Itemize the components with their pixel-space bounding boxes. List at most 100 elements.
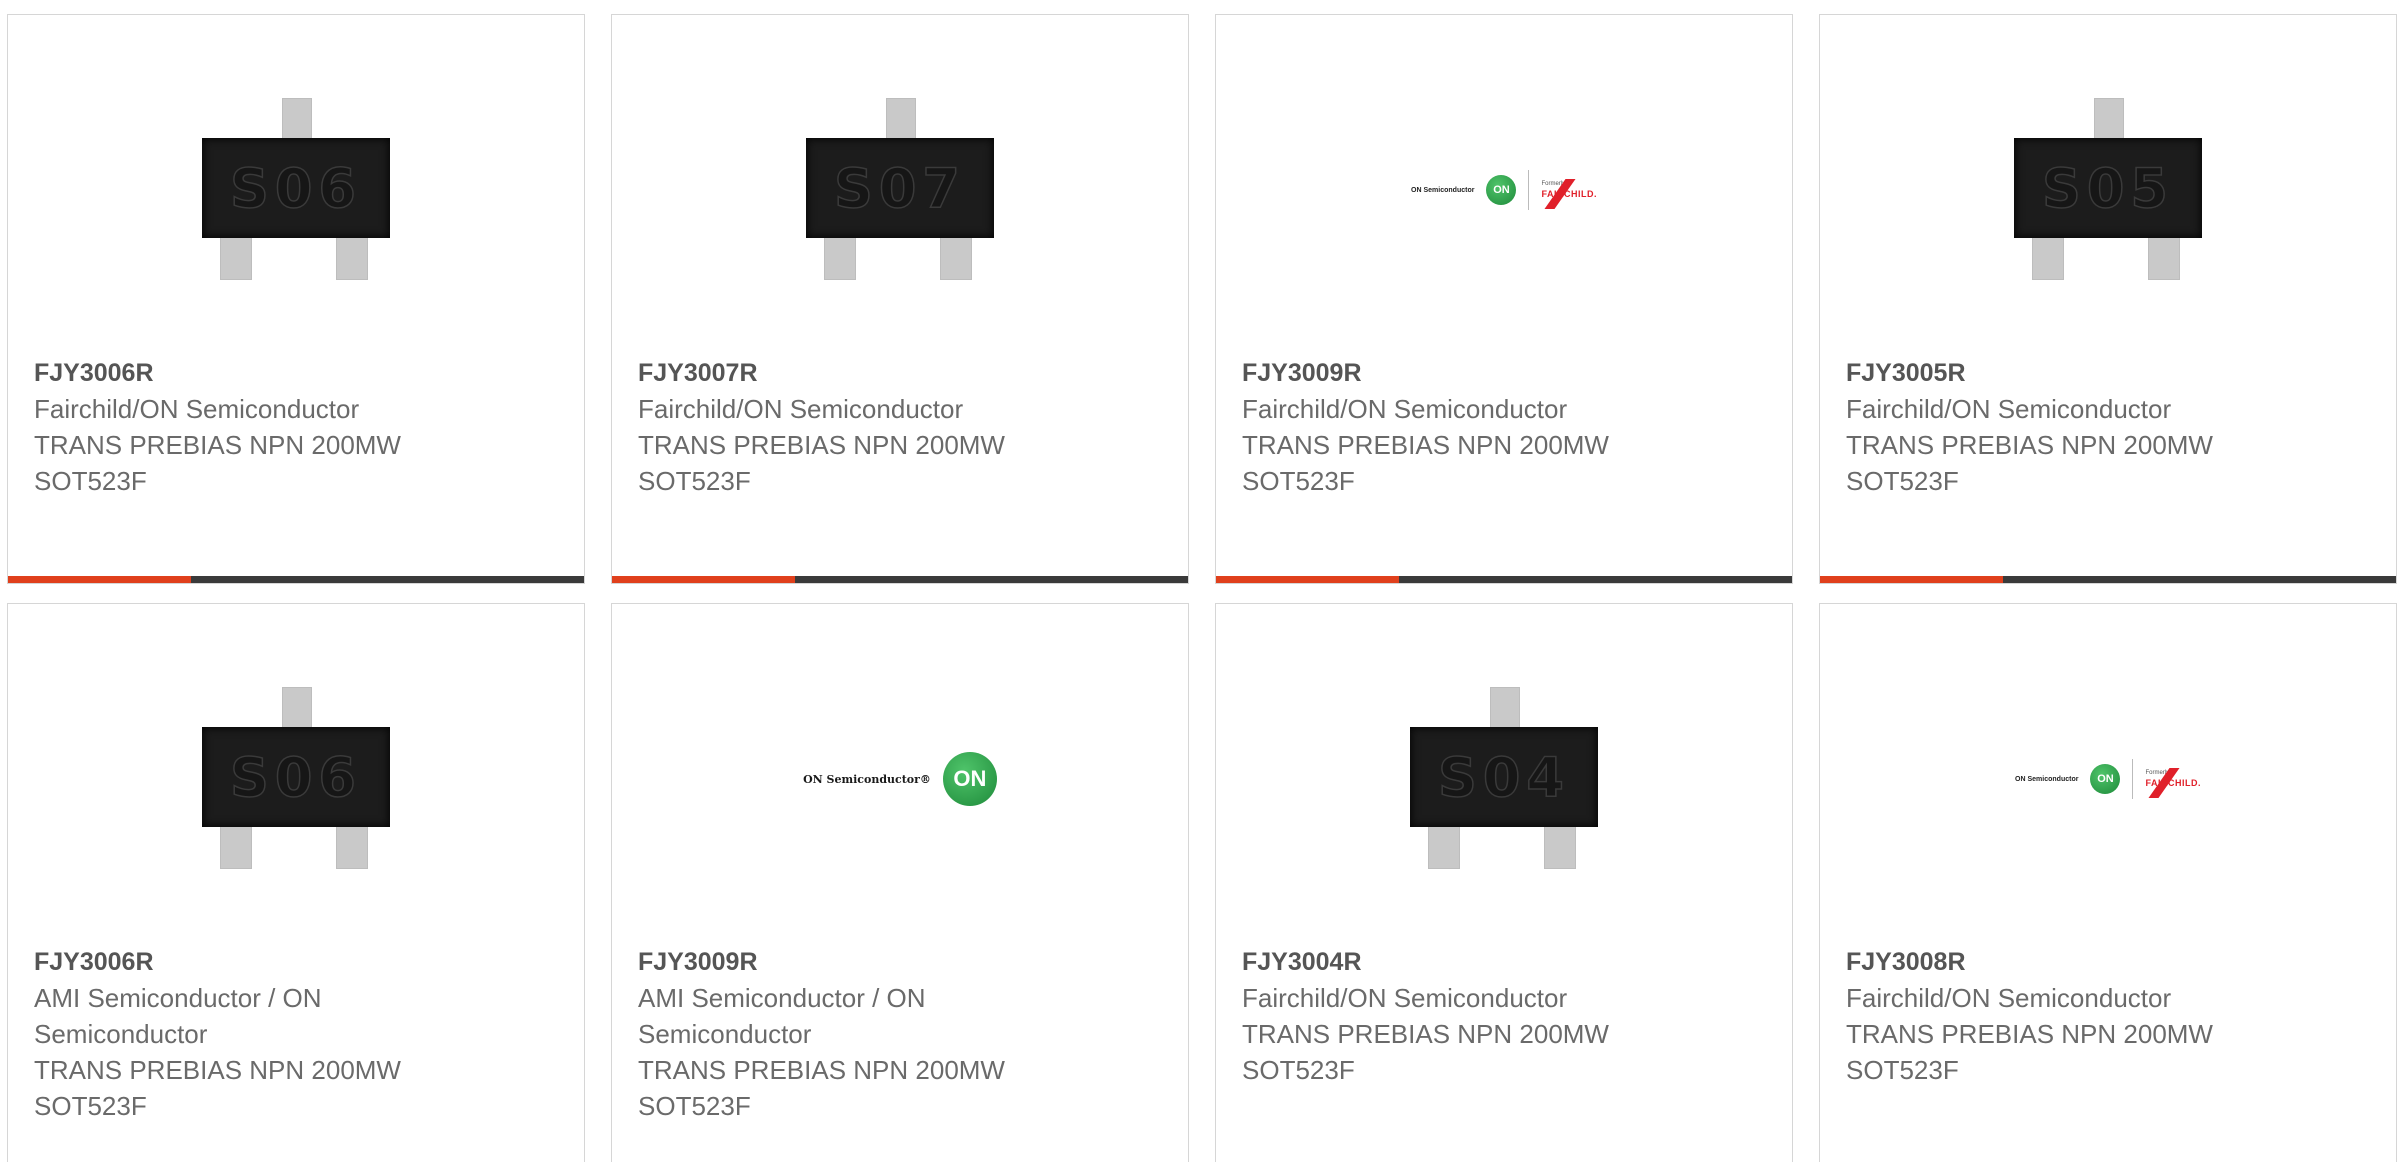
manufacturer: Fairchild/ON Semiconductor <box>1242 394 1568 424</box>
on-semiconductor-wordmark: ON Semiconductor <box>1411 186 1475 194</box>
on-semiconductor-wordmark: ON Semiconductor <box>2015 775 2079 783</box>
on-fairchild-logo: ON Semiconductor ON Formerly FAIRCHILD. <box>2015 759 2201 799</box>
chip-body: S06 <box>202 138 390 238</box>
product-image[interactable]: S07 <box>612 83 1188 297</box>
lead <box>336 232 368 280</box>
fairchild-wordmark: FAIRCHILD. <box>1541 179 1597 209</box>
product-card[interactable]: S04 FJY3004R Fairchild/ON Semiconductor … <box>1215 603 1793 1162</box>
manufacturer: AMI Semiconductor / ON Semiconductor <box>34 983 322 1049</box>
package: SOT523F <box>1846 466 1959 496</box>
fairchild-text: FAIRCHILD. <box>2145 778 2201 788</box>
part-number-link[interactable]: FJY3009R <box>638 944 1162 980</box>
product-card[interactable]: S06 FJY3006R AMI Semiconductor / ON Semi… <box>7 603 585 1162</box>
transistor-image: S06 <box>198 92 394 288</box>
package: SOT523F <box>1846 1055 1959 1085</box>
chip-body: S07 <box>806 138 994 238</box>
fairchild-wordmark: FAIRCHILD. <box>2145 768 2201 798</box>
part-number-link[interactable]: FJY3005R <box>1846 355 2370 391</box>
chip-marking: S07 <box>833 156 967 221</box>
card-accent <box>1216 576 1399 583</box>
part-number-link[interactable]: FJY3009R <box>1242 355 1766 391</box>
description: TRANS PREBIAS NPN 200MW <box>1242 1019 1609 1049</box>
chip-marking: S05 <box>2041 156 2175 221</box>
card-accent <box>8 576 191 583</box>
product-image[interactable]: S04 <box>1216 672 1792 886</box>
lead <box>940 232 972 280</box>
product-info: FJY3009R Fairchild/ON Semiconductor TRAN… <box>1242 355 1766 499</box>
description: TRANS PREBIAS NPN 200MW <box>1846 1019 2213 1049</box>
chip-marking: S06 <box>229 156 363 221</box>
chip-body: S06 <box>202 727 390 827</box>
product-card[interactable]: S07 FJY3007R Fairchild/ON Semiconductor … <box>611 14 1189 584</box>
product-info: FJY3006R AMI Semiconductor / ON Semicond… <box>34 944 558 1124</box>
transistor-image: S05 <box>2010 92 2206 288</box>
product-image[interactable]: ON Semiconductor ON Formerly FAIRCHILD. <box>1820 672 2396 886</box>
card-accent <box>1820 576 2003 583</box>
chip-body: S05 <box>2014 138 2202 238</box>
fairchild-logo: Formerly FAIRCHILD. <box>1541 179 1597 209</box>
product-image[interactable]: S06 <box>8 672 584 886</box>
manufacturer: Fairchild/ON Semiconductor <box>1846 983 2172 1013</box>
product-image[interactable]: ON Semiconductor® ON <box>612 672 1188 886</box>
lead <box>824 232 856 280</box>
product-info: FJY3008R Fairchild/ON Semiconductor TRAN… <box>1846 944 2370 1088</box>
product-info: FJY3007R Fairchild/ON Semiconductor TRAN… <box>638 355 1162 499</box>
manufacturer: Fairchild/ON Semiconductor <box>34 394 360 424</box>
card-accent <box>612 576 795 583</box>
part-number-link[interactable]: FJY3006R <box>34 944 558 980</box>
on-logo-icon: ON <box>1486 175 1517 205</box>
lead <box>336 821 368 869</box>
product-grid: S06 FJY3006R Fairchild/ON Semiconductor … <box>0 0 2400 1162</box>
manufacturer: Fairchild/ON Semiconductor <box>1242 983 1568 1013</box>
package: SOT523F <box>1242 466 1355 496</box>
product-info: FJY3006R Fairchild/ON Semiconductor TRAN… <box>34 355 558 499</box>
product-image[interactable]: ON Semiconductor ON Formerly FAIRCHILD. <box>1216 83 1792 297</box>
fairchild-logo: Formerly FAIRCHILD. <box>2145 768 2201 798</box>
part-number-link[interactable]: FJY3006R <box>34 355 558 391</box>
part-number-link[interactable]: FJY3007R <box>638 355 1162 391</box>
card-bottom-bar <box>1216 576 1792 583</box>
card-bottom-bar <box>1820 576 2396 583</box>
description: TRANS PREBIAS NPN 200MW <box>638 1055 1005 1085</box>
lead <box>2032 232 2064 280</box>
manufacturer: Fairchild/ON Semiconductor <box>1846 394 2172 424</box>
product-info: FJY3005R Fairchild/ON Semiconductor TRAN… <box>1846 355 2370 499</box>
on-logo-icon: ON <box>942 752 997 806</box>
manufacturer: AMI Semiconductor / ON Semiconductor <box>638 983 926 1049</box>
lead <box>220 232 252 280</box>
transistor-image: S07 <box>802 92 998 288</box>
on-logo-icon: ON <box>2090 764 2121 794</box>
package: SOT523F <box>34 1091 147 1121</box>
product-image[interactable]: S05 <box>1820 83 2396 297</box>
product-card[interactable]: ON Semiconductor® ON FJY3009R AMI Semico… <box>611 603 1189 1162</box>
description: TRANS PREBIAS NPN 200MW <box>638 430 1005 460</box>
product-card[interactable]: ON Semiconductor ON Formerly FAIRCHILD. … <box>1819 603 2397 1162</box>
lead <box>1428 821 1460 869</box>
transistor-image: S04 <box>1406 681 1602 877</box>
lead <box>1544 821 1576 869</box>
lead <box>2148 232 2180 280</box>
product-card[interactable]: S06 FJY3006R Fairchild/ON Semiconductor … <box>7 14 585 584</box>
chip-body: S04 <box>1410 727 1598 827</box>
package: SOT523F <box>638 1091 751 1121</box>
card-bottom-bar <box>612 576 1188 583</box>
fairchild-text: FAIRCHILD. <box>1541 189 1597 199</box>
product-info: FJY3004R Fairchild/ON Semiconductor TRAN… <box>1242 944 1766 1088</box>
package: SOT523F <box>638 466 751 496</box>
chip-marking: S06 <box>229 745 363 810</box>
chip-marking: S04 <box>1437 745 1571 810</box>
product-info: FJY3009R AMI Semiconductor / ON Semicond… <box>638 944 1162 1124</box>
product-card[interactable]: S05 FJY3005R Fairchild/ON Semiconductor … <box>1819 14 2397 584</box>
logo-divider <box>2132 759 2134 799</box>
package: SOT523F <box>1242 1055 1355 1085</box>
logo-divider <box>1528 170 1530 210</box>
product-card[interactable]: ON Semiconductor ON Formerly FAIRCHILD. … <box>1215 14 1793 584</box>
card-bottom-bar <box>8 576 584 583</box>
part-number-link[interactable]: FJY3004R <box>1242 944 1766 980</box>
transistor-image: S06 <box>198 681 394 877</box>
part-number-link[interactable]: FJY3008R <box>1846 944 2370 980</box>
product-image[interactable]: S06 <box>8 83 584 297</box>
on-semiconductor-wordmark: ON Semiconductor® <box>803 772 931 786</box>
lead <box>220 821 252 869</box>
description: TRANS PREBIAS NPN 200MW <box>34 430 401 460</box>
